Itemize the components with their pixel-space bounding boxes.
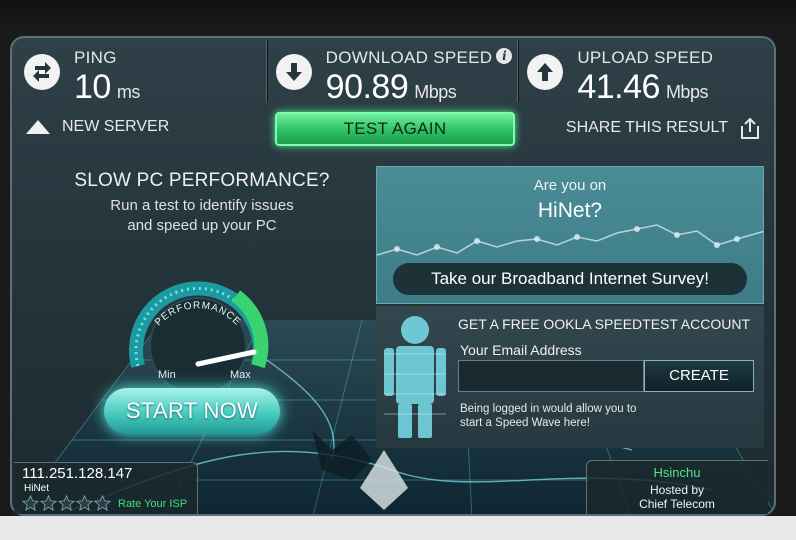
star-icon[interactable] [58,495,75,511]
bottom-background [0,516,796,540]
upload-value: 41.46 Mbps [577,68,708,106]
new-server-button[interactable]: NEW SERVER [26,118,169,136]
speed-wave-graphic [377,224,763,256]
performance-gauge: PERFORMANCE Min Max [129,281,269,395]
email-label: Your Email Address [460,342,582,358]
email-field[interactable] [458,360,644,392]
arrow-up-icon [527,54,564,90]
download-value: 90.89 Mbps [325,68,457,106]
share-label: SHARE THIS RESULT [565,119,728,136]
ip-address: 111.251.128.147 [22,465,133,482]
create-button[interactable]: CREATE [644,360,754,392]
server-info: Hsinchu Hosted by Chief Telecom [586,460,768,514]
promo-title: SLOW PC PERFORMANCE? [74,170,330,191]
server-city: Hsinchu [653,465,701,480]
share-result-button[interactable]: SHARE THIS RESULT [566,116,762,140]
result-stats: PING 10 ms DOWNLOAD SPEED i 90.89 Mbps UPL… [16,40,770,106]
star-icon[interactable] [40,495,57,511]
survey-question: Are you on [533,177,607,194]
share-icon [741,117,759,139]
top-background [0,0,796,36]
rating-stars[interactable] [22,495,112,511]
survey-button[interactable]: Take our Broadband Internet Survey! [393,263,747,295]
test-again-button[interactable]: TEST AGAIN [275,112,515,146]
upload-label: UPLOAD SPEED [577,48,714,67]
download-label: DOWNLOAD SPEED [325,48,493,67]
ping-label: PING [74,48,117,67]
survey-panel: Are you on HiNet? Take our Broadband Int… [376,166,764,304]
star-icon[interactable] [94,495,111,511]
arrow-down-icon [275,54,312,90]
new-server-label: NEW SERVER [62,118,170,135]
gauge-max: Max [230,369,251,381]
star-icon[interactable] [22,495,39,511]
account-note: Being logged in would allow you to start… [460,403,637,429]
gauge-min: Min [158,369,176,381]
rate-isp-link[interactable]: Rate Your ISP [118,498,187,510]
account-heading: GET A FREE OOKLA SPEEDTEST ACCOUNT [458,316,751,332]
upload-stat: UPLOAD SPEED 41.46 Mbps [519,40,770,106]
download-stat: DOWNLOAD SPEED i 90.89 Mbps [268,40,520,106]
start-now-button[interactable]: START NOW [104,388,280,434]
hologram-person-icon [384,316,446,438]
isp-name: HiNet [24,483,50,494]
star-icon[interactable] [76,495,93,511]
triangle-icon [26,120,50,134]
promo-description: Run a test to identify issues and speed … [110,197,294,234]
ping-stat: PING 10 ms [16,40,268,106]
action-bar: NEW SERVER TEST AGAIN SHARE THIS RESULT [16,108,770,152]
isp-info: 111.251.128.147 HiNet Rate Your ISP [14,462,198,514]
info-icon[interactable]: i [496,48,513,64]
speedtest-panel: PING 10 ms DOWNLOAD SPEED i 90.89 Mbps UPL… [10,36,776,516]
exchange-arrows-icon [24,54,60,90]
ping-value: 10 ms [74,68,140,106]
host-name: Chief Telecom [639,497,715,511]
hosted-by-label: Hosted by [649,483,705,497]
